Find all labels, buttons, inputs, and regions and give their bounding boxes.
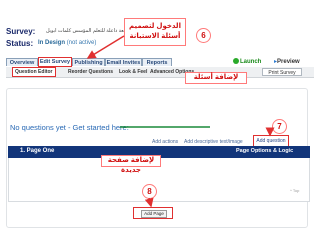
arrow-to-add-page: [144, 197, 154, 208]
annotation-arrows: [86, 35, 275, 208]
arrow-to-edit-survey: [86, 35, 125, 59]
